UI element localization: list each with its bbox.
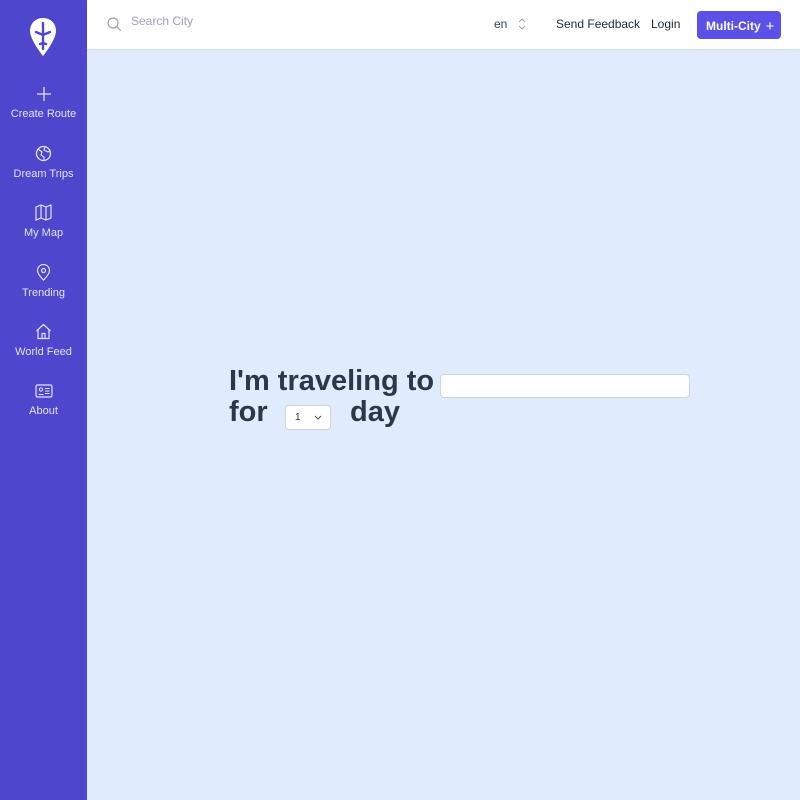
plus-icon (36, 87, 51, 101)
sidebar-item-label: Create Route (10, 108, 77, 120)
logo-icon[interactable] (29, 17, 57, 57)
sidebar-item-my-map[interactable]: My Map (0, 204, 87, 239)
language-select[interactable]: en (494, 17, 507, 31)
day-label: day (350, 396, 400, 428)
map-icon (35, 204, 52, 221)
days-select[interactable]: 1 (285, 405, 331, 430)
sidebar-item-label: About (29, 405, 58, 417)
sidebar: Create Route Dream Trips My Map Trending… (0, 0, 87, 800)
destination-input[interactable] (440, 374, 690, 398)
sidebar-item-trending[interactable]: Trending (0, 264, 87, 299)
id-card-icon (34, 384, 53, 398)
sidebar-item-label: My Map (23, 227, 64, 239)
sidebar-item-label: World Feed (15, 346, 72, 358)
multi-city-label: Multi-City (706, 19, 761, 33)
sidebar-item-world-feed[interactable]: World Feed (0, 323, 87, 358)
search-icon (107, 17, 122, 32)
home-icon (36, 323, 51, 340)
days-value: 1 (295, 412, 301, 423)
header: en Send Feedback Login Multi-City + (87, 0, 800, 49)
plus-icon: + (765, 18, 775, 35)
sidebar-item-label: Trending (21, 287, 65, 299)
sidebar-item-about[interactable]: About (0, 383, 87, 417)
sidebar-item-dream-trips[interactable]: Dream Trips (0, 145, 87, 180)
search-input[interactable] (131, 14, 331, 28)
for-label: for (229, 396, 268, 428)
chevron-up-down-icon[interactable] (517, 15, 527, 33)
send-feedback-link[interactable]: Send Feedback (556, 17, 640, 31)
traveling-to-label: I'm traveling to (229, 365, 435, 397)
map-pin-icon (36, 264, 51, 281)
sidebar-item-label: Dream Trips (13, 168, 74, 180)
multi-city-button[interactable]: Multi-City + (697, 11, 781, 39)
login-link[interactable]: Login (651, 17, 680, 31)
chevron-down-icon (314, 415, 322, 420)
sidebar-item-create-route[interactable]: Create Route (0, 86, 87, 120)
globe-icon (35, 145, 52, 162)
